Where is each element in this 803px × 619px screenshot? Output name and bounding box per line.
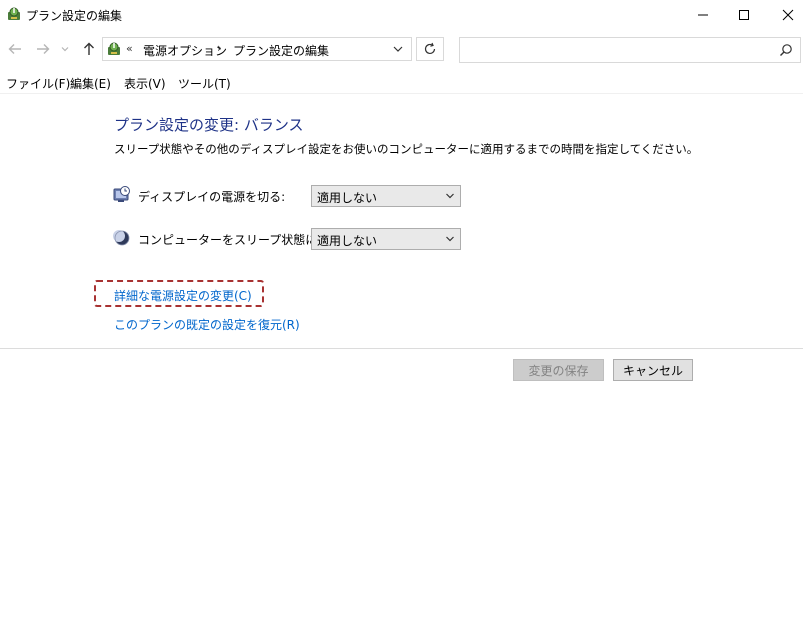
breadcrumb-separator[interactable]: › xyxy=(217,41,222,55)
menu-view[interactable]: 表示(V) xyxy=(124,75,166,92)
search-box[interactable] xyxy=(459,37,801,63)
recent-locations-button[interactable] xyxy=(58,38,72,60)
search-input[interactable] xyxy=(464,41,768,61)
back-button[interactable] xyxy=(4,38,26,60)
window-title: プラン設定の編集 xyxy=(26,9,123,23)
minimize-button[interactable] xyxy=(680,0,726,30)
display-off-select-value: 適用しない xyxy=(317,191,378,205)
cancel-button[interactable]: キャンセル xyxy=(613,359,693,381)
menu-divider xyxy=(0,93,803,94)
arrow-up-icon xyxy=(84,42,94,55)
chevron-down-icon xyxy=(446,193,454,199)
content-divider xyxy=(0,348,803,349)
menu-tools[interactable]: ツール(T) xyxy=(178,75,231,92)
forward-button[interactable] xyxy=(32,38,54,60)
title-bar[interactable]: プラン設定の編集 xyxy=(0,0,803,30)
menu-edit[interactable]: 編集(E) xyxy=(70,75,111,92)
menu-file[interactable]: ファイル(F) xyxy=(6,75,70,92)
refresh-icon xyxy=(424,42,436,55)
address-bar[interactable]: « 電源オプション › プラン設定の編集 xyxy=(102,37,412,61)
monitor-clock-icon xyxy=(113,186,131,204)
sleep-select-value: 適用しない xyxy=(317,234,378,248)
chevron-down-icon xyxy=(446,236,454,242)
close-button[interactable] xyxy=(765,0,803,30)
maximize-button[interactable] xyxy=(721,0,767,30)
breadcrumb-edit-plan-settings[interactable]: プラン設定の編集 xyxy=(233,42,329,59)
breadcrumb-overflow[interactable]: « xyxy=(126,42,133,55)
restore-defaults-link[interactable]: このプランの既定の設定を復元(R) xyxy=(114,316,300,333)
power-options-icon xyxy=(6,6,22,22)
advanced-power-settings-link[interactable]: 詳細な電源設定の変更(C) xyxy=(114,287,252,304)
refresh-button[interactable] xyxy=(416,37,444,61)
arrow-left-icon xyxy=(8,44,21,54)
chevron-down-icon xyxy=(393,46,403,52)
search-icon[interactable] xyxy=(779,43,793,57)
display-off-label: ディスプレイの電源を切る: xyxy=(138,190,286,204)
power-options-icon xyxy=(106,41,122,57)
moon-icon xyxy=(113,229,131,247)
maximize-icon xyxy=(739,10,749,20)
save-changes-button[interactable]: 変更の保存 xyxy=(513,359,604,381)
breadcrumb-power-options[interactable]: 電源オプション xyxy=(143,42,227,59)
up-button[interactable] xyxy=(78,38,100,60)
arrow-right-icon xyxy=(37,44,50,54)
minimize-icon xyxy=(698,14,708,16)
page-description: スリープ状態やその他のディスプレイ設定をお使いのコンピューターに適用するまでの時… xyxy=(114,142,699,156)
close-icon xyxy=(782,9,794,21)
page-title: プラン設定の変更: バランス xyxy=(114,116,304,134)
display-off-select[interactable]: 適用しない xyxy=(311,185,461,207)
chevron-down-icon xyxy=(61,47,69,52)
sleep-select[interactable]: 適用しない xyxy=(311,228,461,250)
address-dropdown-button[interactable] xyxy=(389,41,407,57)
